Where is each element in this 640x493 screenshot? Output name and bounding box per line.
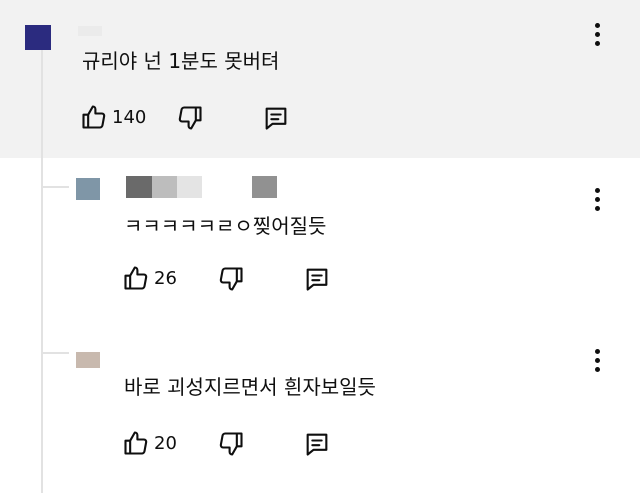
redacted-username bbox=[78, 26, 102, 36]
thread-line bbox=[41, 50, 43, 493]
thumbs-down-icon bbox=[219, 432, 243, 456]
redacted-username bbox=[177, 176, 202, 198]
thread-branch-1 bbox=[43, 186, 69, 188]
comment-text: ㅋㅋㅋㅋㅋㄹㅇ찢어질듯 bbox=[124, 214, 327, 238]
avatar[interactable] bbox=[25, 25, 51, 50]
like-count: 26 bbox=[154, 267, 177, 289]
more-options-button[interactable] bbox=[587, 186, 607, 214]
reply-button[interactable] bbox=[262, 104, 290, 132]
avatar[interactable] bbox=[76, 178, 100, 200]
more-vertical-icon bbox=[595, 349, 600, 354]
reply-icon bbox=[265, 107, 287, 130]
thumbs-down-icon bbox=[178, 106, 202, 130]
more-options-button[interactable] bbox=[587, 21, 607, 49]
dislike-button[interactable] bbox=[217, 430, 245, 458]
thumbs-up-icon bbox=[82, 105, 106, 129]
thumbs-up-icon bbox=[124, 431, 148, 455]
redacted-username bbox=[152, 176, 177, 198]
like-button[interactable]: 140 bbox=[80, 103, 146, 131]
thumbs-down-icon bbox=[219, 267, 243, 291]
thread-branch-2 bbox=[43, 352, 69, 354]
reply-button[interactable] bbox=[303, 430, 331, 458]
reply-icon bbox=[306, 433, 328, 456]
more-vertical-icon bbox=[595, 23, 600, 28]
like-button[interactable]: 26 bbox=[122, 264, 177, 292]
like-count: 140 bbox=[112, 106, 147, 128]
more-options-button[interactable] bbox=[587, 347, 607, 375]
parent-comment bbox=[0, 0, 640, 158]
comment-text: 규리야 넌 1분도 못버텨 bbox=[82, 49, 280, 73]
like-button[interactable]: 20 bbox=[122, 429, 177, 457]
avatar[interactable] bbox=[76, 352, 100, 368]
like-count: 20 bbox=[154, 432, 177, 454]
dislike-button[interactable] bbox=[217, 265, 245, 293]
reply-icon bbox=[306, 268, 328, 291]
redacted-username bbox=[126, 176, 152, 198]
comment-text: 바로 괴성지르면서 흰자보일듯 bbox=[124, 375, 376, 399]
thumbs-up-icon bbox=[124, 266, 148, 290]
more-vertical-icon bbox=[595, 188, 600, 193]
reply-button[interactable] bbox=[303, 265, 331, 293]
redacted-username bbox=[252, 176, 277, 198]
dislike-button[interactable] bbox=[176, 104, 204, 132]
